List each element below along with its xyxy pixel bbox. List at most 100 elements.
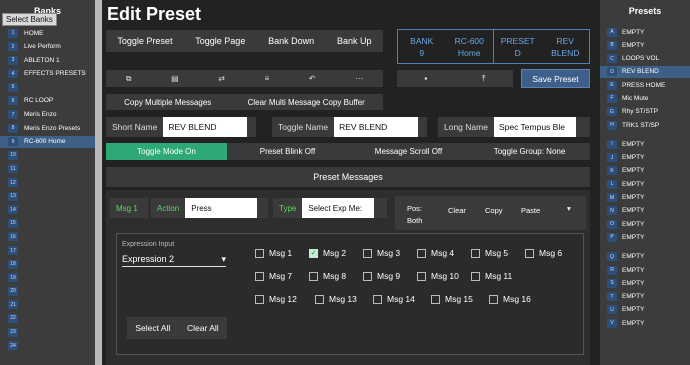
msg-checkbox[interactable]: Msg 5 <box>471 248 508 258</box>
preset-item[interactable]: C LOOPS VOL <box>600 53 690 65</box>
msg-checkbox[interactable]: Msg 8 <box>309 271 346 281</box>
clipboard-icon[interactable]: ▤ <box>171 74 179 83</box>
bank-item[interactable]: 11 <box>0 163 95 175</box>
type-select[interactable]: Select Exp Me: <box>302 198 375 218</box>
action-select[interactable]: Press <box>185 198 258 218</box>
preset-item[interactable]: L EMPTY <box>600 178 690 190</box>
bank-item[interactable]: 24 <box>0 340 95 352</box>
bank-item[interactable]: 12 <box>0 177 95 189</box>
copy-multiple-button[interactable]: Copy Multiple Messages <box>124 98 211 107</box>
bank-item[interactable]: 9 RC-600 Home <box>0 135 95 148</box>
undo-icon[interactable]: ↶ <box>309 74 316 83</box>
message-scroll-button[interactable]: Message Scroll Off <box>348 143 469 160</box>
bank-item[interactable]: 4 EFFECTS PRESETS <box>0 68 95 80</box>
preset-item[interactable]: O EMPTY <box>600 218 690 230</box>
select-all-button[interactable]: Select All <box>135 323 170 333</box>
bank-item[interactable]: 17 <box>0 245 95 257</box>
bank-item[interactable]: 21 <box>0 299 95 311</box>
toggle-name-input[interactable]: REV BLEND <box>334 117 419 137</box>
preset-item[interactable]: P EMPTY <box>600 231 690 243</box>
preset-item[interactable]: A EMPTY <box>600 26 690 38</box>
msg-checkbox[interactable]: Msg 3 <box>363 248 400 258</box>
preset-item[interactable]: S EMPTY <box>600 277 690 289</box>
msg-checkbox[interactable]: Msg 14 <box>373 294 415 304</box>
msg-checkbox[interactable]: Msg 16 <box>489 294 531 304</box>
bank-item[interactable]: 8 Meris Enzo Presets <box>0 122 95 134</box>
preset-item[interactable]: H TRK1 ST/SP <box>600 119 690 131</box>
toggle-group-button[interactable]: Toggle Group: None <box>469 143 590 160</box>
copy-icon[interactable]: ⧉ <box>126 74 132 84</box>
msg-checkbox[interactable]: Msg 12 <box>255 294 297 304</box>
more-icon[interactable]: ⋯ <box>355 74 363 83</box>
msg-checkbox[interactable]: Msg 4 <box>417 248 454 258</box>
swap-icon[interactable]: ⇄ <box>218 74 225 83</box>
preset-item[interactable]: G Rhy ST/STP <box>600 106 690 118</box>
list-icon[interactable]: ≡ <box>265 74 270 83</box>
preset-item[interactable]: U EMPTY <box>600 304 690 316</box>
bank-item[interactable]: 15 <box>0 217 95 229</box>
paste-message-button[interactable]: Paste <box>521 206 540 215</box>
preset-messages-header[interactable]: Preset Messages <box>106 167 590 187</box>
msg-checkbox[interactable]: Msg 13 <box>315 294 357 304</box>
preset-item[interactable]: V EMPTY <box>600 317 690 329</box>
long-name-input[interactable]: Spec Tempus Ble <box>493 117 576 137</box>
toggle-preset-button[interactable]: Toggle Preset <box>117 36 172 46</box>
msg-number-chip[interactable]: Msg 1 <box>110 198 148 218</box>
toggle-mode-button[interactable]: Toggle Mode On <box>106 143 227 160</box>
save-icon[interactable]: ▪ <box>424 74 427 83</box>
bank-item[interactable]: 10 <box>0 149 95 161</box>
bank-item[interactable]: 22 <box>0 312 95 324</box>
msg-checkbox[interactable]: Msg 6 <box>525 248 562 258</box>
short-name-input[interactable]: REV BLEND <box>163 117 248 137</box>
bank-item[interactable]: 6 RC LOOP <box>0 95 95 107</box>
select-banks-button[interactable]: Select Banks <box>2 13 57 26</box>
bank-up-button[interactable]: Bank Up <box>337 36 372 46</box>
preset-item[interactable]: R EMPTY <box>600 264 690 276</box>
msg-checkbox[interactable]: ✓ Msg 2 <box>309 248 346 258</box>
save-preset-button[interactable]: Save Preset <box>521 69 590 88</box>
msg-checkbox[interactable]: Msg 15 <box>431 294 473 304</box>
chevron-down-icon[interactable]: ▾ <box>567 204 571 213</box>
preset-item[interactable]: B EMPTY <box>600 39 690 51</box>
preset-item[interactable]: T EMPTY <box>600 291 690 303</box>
preset-item[interactable]: E PRESS HOME <box>600 79 690 91</box>
bank-item[interactable]: 7 Meris Enzo <box>0 109 95 121</box>
bank-item[interactable]: 3 ABLETON 1 <box>0 54 95 66</box>
preset-item[interactable]: K EMPTY <box>600 165 690 177</box>
bank-item[interactable]: 1 HOME <box>0 27 95 39</box>
bank-item[interactable]: 5 <box>0 81 95 93</box>
msg-checkbox[interactable]: Msg 11 <box>471 271 512 281</box>
preset-item-label: EMPTY <box>622 180 645 188</box>
preset-blink-button[interactable]: Preset Blink Off <box>227 143 348 160</box>
preset-item[interactable]: I EMPTY <box>600 138 690 150</box>
preset-item[interactable]: M EMPTY <box>600 192 690 204</box>
msg-checkbox[interactable]: Msg 9 <box>363 271 400 281</box>
bank-item[interactable]: 2 Live Perform <box>0 41 95 53</box>
toggle-page-button[interactable]: Toggle Page <box>195 36 245 46</box>
preset-item[interactable]: F Mic Mute <box>600 92 690 104</box>
bank-item[interactable]: 18 <box>0 258 95 270</box>
clear-all-button[interactable]: Clear All <box>187 323 219 333</box>
bank-item[interactable]: 13 <box>0 190 95 202</box>
msg-checkbox[interactable]: Msg 7 <box>255 271 292 281</box>
banks-scrollbar[interactable] <box>95 0 102 365</box>
bank-item[interactable]: 23 <box>0 326 95 338</box>
bank-item[interactable]: 16 <box>0 231 95 243</box>
upload-icon[interactable]: ⤒ <box>482 74 486 84</box>
preset-item[interactable]: J EMPTY <box>600 152 690 164</box>
bank-down-button[interactable]: Bank Down <box>268 36 314 46</box>
preset-item[interactable]: Q EMPTY <box>600 251 690 263</box>
pos-value[interactable]: Both <box>407 216 422 225</box>
bank-item[interactable]: 20 <box>0 285 95 297</box>
expression-input-select[interactable]: Expression 2 ▾ <box>122 252 226 267</box>
preset-item[interactable]: D REV BLEND <box>600 65 690 78</box>
clear-copy-buffer-button[interactable]: Clear Multi Message Copy Buffer <box>248 98 365 107</box>
preset-item[interactable]: N EMPTY <box>600 205 690 217</box>
msg-checkbox[interactable]: Msg 10 <box>417 271 459 281</box>
clear-message-button[interactable]: Clear <box>448 206 466 215</box>
msg-checkbox[interactable]: Msg 1 <box>255 248 292 258</box>
bank-item[interactable]: 14 <box>0 204 95 216</box>
preset-item-label: EMPTY <box>622 154 645 162</box>
bank-item[interactable]: 19 <box>0 272 95 284</box>
copy-message-button[interactable]: Copy <box>485 206 503 215</box>
